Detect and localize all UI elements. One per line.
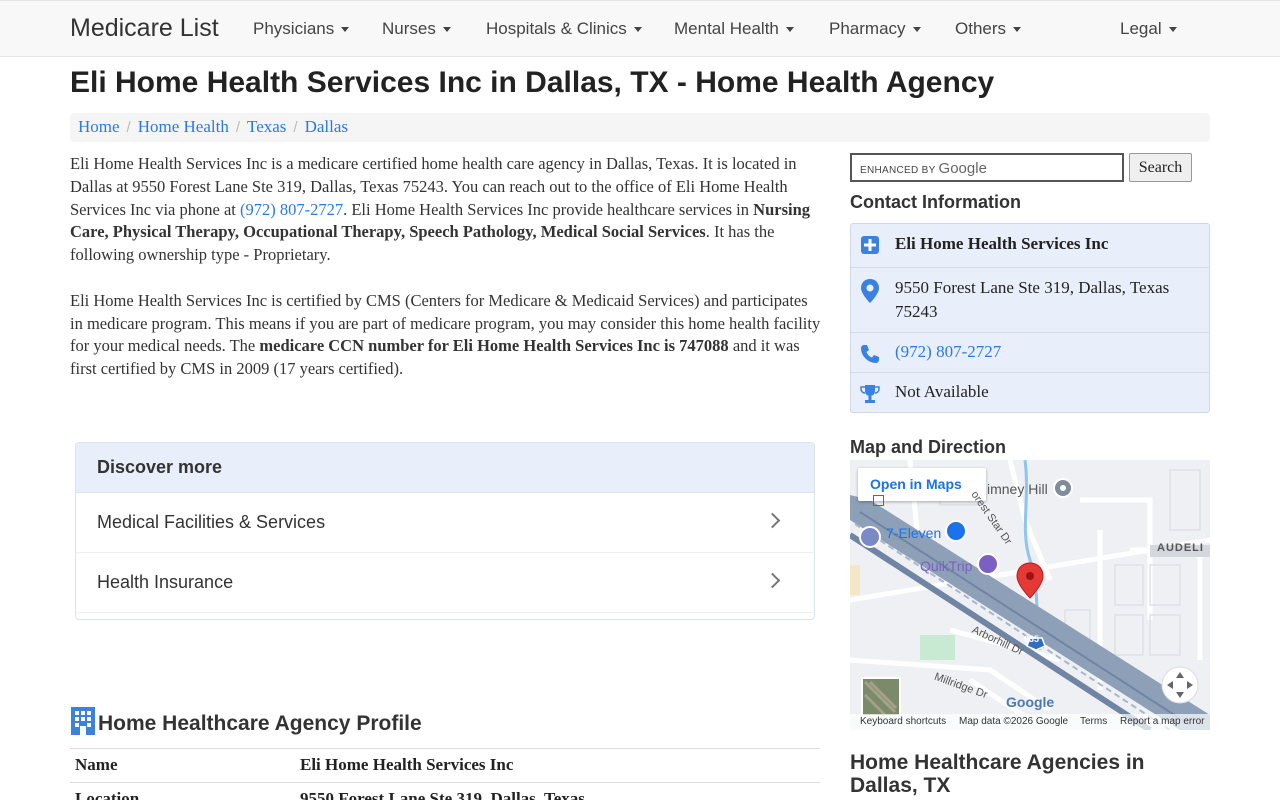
nav-physicians[interactable]: Physicians [253, 19, 350, 39]
discover-item-health-insurance[interactable]: Health Insurance [76, 553, 814, 613]
nav-pharmacy[interactable]: Pharmacy [829, 19, 921, 39]
caret-down-icon [1013, 27, 1022, 33]
google-wordmark: Google [938, 160, 987, 177]
ccn-number-text: medicare CCN number for Eli Home Health … [259, 336, 729, 356]
contact-address-row: 9550 Forest Lane Ste 319, Dallas, Texas … [851, 268, 1209, 333]
top-navbar: Medicare List Physicians Nurses Hospital… [0, 0, 1280, 57]
map-footer: Keyboard shortcuts Map data ©2026 Google… [850, 714, 1210, 730]
breadcrumb: Home / Home Health / Texas / Dallas [70, 113, 1210, 142]
contact-phone-row: (972) 807-2727 [851, 333, 1209, 373]
nav-pharmacy-label: Pharmacy [829, 19, 906, 38]
caret-down-icon [912, 27, 921, 33]
contact-award-row: Not Available [851, 373, 1209, 412]
agencies-in-city-heading: Home Healthcare Agencies in Dallas, TX [850, 751, 1145, 797]
profile-label: Name [70, 748, 295, 783]
map-label-chimney-hill: imney Hill [987, 481, 1048, 497]
description-text: . Eli Home Health Services Inc provide h… [343, 199, 754, 219]
contact-award: Not Available [895, 382, 989, 401]
breadcrumb-home[interactable]: Home [78, 117, 120, 136]
hospital-building-icon [71, 707, 95, 735]
map-embed[interactable]: Open in Maps 7-Eleven QuikTrip imney Hil… [850, 460, 1210, 730]
contact-heading: Contact Information [850, 192, 1021, 212]
brand-logo[interactable]: Medicare List [70, 14, 219, 43]
discover-item-label: Medical Facilities & Services [97, 512, 326, 532]
breadcrumb-texas[interactable]: Texas [247, 117, 286, 136]
discover-item-label: Health Insurance [97, 572, 234, 592]
contact-phone-link[interactable]: (972) 807-2727 [895, 342, 1001, 361]
breadcrumb-separator: / [126, 119, 131, 136]
profile-heading: Home Healthcare Agency Profile [70, 704, 422, 736]
table-row: Name Eli Home Health Services Inc [70, 748, 820, 783]
map-label-highway: 635 [1024, 634, 1040, 644]
breadcrumb-dallas[interactable]: Dallas [305, 117, 348, 136]
agency-description: Eli Home Health Services Inc is a medica… [70, 153, 822, 404]
breadcrumb-separator: / [235, 119, 240, 136]
open-in-maps-button[interactable]: Open in Maps [858, 468, 986, 506]
contact-info-panel: Eli Home Health Services Inc 9550 Forest… [850, 223, 1210, 413]
nav-physicians-label: Physicians [253, 19, 335, 38]
map-label-7eleven: 7-Eleven [886, 525, 942, 541]
search-input[interactable]: ENHANCED BY Google [850, 153, 1124, 182]
nav-hospitals-label: Hospitals & Clinics [486, 19, 627, 38]
caret-down-icon [442, 27, 451, 33]
nav-nurses[interactable]: Nurses [382, 19, 451, 39]
google-map-logo: Google [1006, 694, 1055, 710]
description-paragraph-1: Eli Home Health Services Inc is a medica… [70, 153, 822, 267]
profile-value: 9550 Forest Lane Ste 319, Dallas, Texas [295, 782, 820, 800]
chevron-right-icon [764, 512, 781, 529]
enhanced-by-label: ENHANCED BY [860, 165, 936, 176]
nav-others-label: Others [955, 19, 1007, 38]
phone-link[interactable]: (972) 807-2727 [240, 200, 343, 219]
plus-square-icon [861, 236, 879, 254]
phone-icon [861, 345, 879, 363]
caret-down-icon [341, 27, 350, 33]
profile-value: Eli Home Health Services Inc [295, 748, 820, 783]
caret-down-icon [1168, 27, 1177, 33]
description-paragraph-2: Eli Home Health Services Inc is certifie… [70, 290, 822, 381]
map-label-audelia: AUDELI [1157, 542, 1204, 554]
page-title: Eli Home Health Services Inc in Dallas, … [70, 66, 995, 99]
nav-mental-health-label: Mental Health [674, 19, 779, 38]
nav-hospitals-clinics[interactable]: Hospitals & Clinics [486, 19, 642, 39]
discover-more-panel: Discover more Medical Facilities & Servi… [75, 442, 815, 620]
nav-nurses-label: Nurses [382, 19, 436, 38]
trophy-icon [860, 385, 880, 403]
contact-name-row: Eli Home Health Services Inc [851, 224, 1209, 268]
search-button[interactable]: Search [1129, 153, 1192, 182]
nav-legal[interactable]: Legal [1120, 19, 1177, 39]
contact-address: 9550 Forest Lane Ste 319, Dallas, Texas … [895, 278, 1170, 321]
map-label-quiktrip: QuikTrip [920, 558, 973, 574]
contact-name: Eli Home Health Services Inc [895, 234, 1109, 253]
table-row: Location 9550 Forest Lane Ste 319, Dalla… [70, 782, 820, 800]
map-keyboard-shortcuts[interactable]: Keyboard shortcuts [860, 716, 946, 727]
breadcrumb-separator: / [293, 119, 298, 136]
nav-mental-health[interactable]: Mental Health [674, 19, 794, 39]
caret-down-icon [785, 27, 794, 33]
nav-legal-label: Legal [1120, 19, 1162, 38]
profile-label: Location [70, 782, 295, 800]
nav-others[interactable]: Others [955, 19, 1022, 39]
map-data-attribution: Map data ©2026 Google [959, 716, 1069, 727]
map-heading: Map and Direction [850, 437, 1007, 457]
profile-heading-text: Home Healthcare Agency Profile [98, 712, 422, 735]
map-marker-icon [861, 279, 879, 303]
map-terms-link[interactable]: Terms [1080, 716, 1107, 727]
external-link-icon [873, 495, 884, 506]
discover-more-heading: Discover more [76, 443, 814, 493]
chevron-right-icon [764, 572, 781, 589]
map-report-error-link[interactable]: Report a map error [1120, 716, 1204, 727]
breadcrumb-home-health[interactable]: Home Health [138, 117, 229, 136]
profile-table: Name Eli Home Health Services Inc Locati… [70, 748, 820, 800]
caret-down-icon [633, 27, 642, 33]
open-in-maps-label: Open in Maps [870, 476, 962, 492]
discover-item-medical-facilities[interactable]: Medical Facilities & Services [76, 493, 814, 553]
